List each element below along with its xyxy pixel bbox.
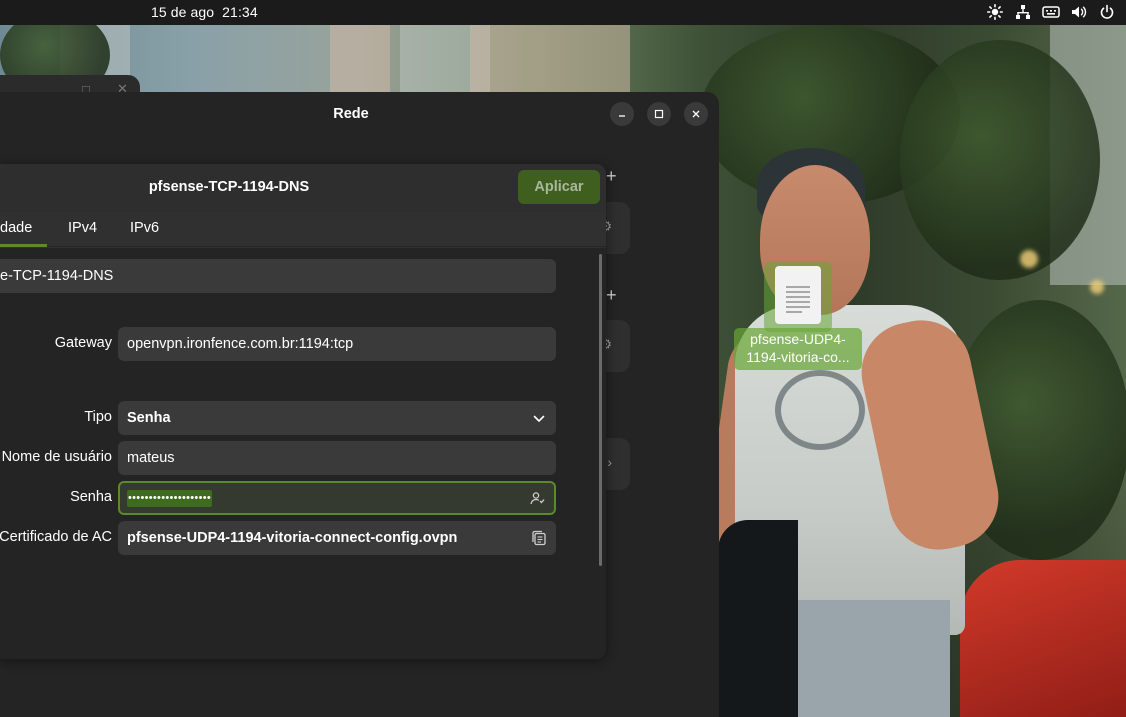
password-label: Senha xyxy=(70,489,112,505)
clock-date: 15 de ago xyxy=(151,4,215,20)
active-tab-indicator xyxy=(0,244,47,247)
window-titlebar[interactable]: Rede xyxy=(0,92,719,136)
desktop-file-label: pfsense-UDP4-1194-vitoria-co... xyxy=(746,331,850,365)
tab-bar: dade IPv4 IPv6 xyxy=(0,212,606,247)
ca-cert-chooser[interactable]: pfsense-UDP4-1194-vitoria-connect-config… xyxy=(118,521,556,555)
scrollbar[interactable] xyxy=(599,254,602,566)
power-icon[interactable] xyxy=(1097,2,1116,21)
keyboard-icon[interactable] xyxy=(1041,2,1060,21)
password-field[interactable]: •••••••••••••••••••• xyxy=(118,481,556,515)
document-icon xyxy=(775,266,821,324)
gateway-value: openvpn.ironfence.com.br:1194:tcp xyxy=(127,336,354,352)
chevron-right-icon: › xyxy=(607,454,612,470)
dialog-header: pfsense-TCP-1194-DNS Aplicar xyxy=(0,164,606,212)
tab-ipv4[interactable]: IPv4 xyxy=(68,220,97,236)
file-chooser-icon[interactable] xyxy=(531,530,547,546)
maximize-icon xyxy=(654,109,664,119)
system-tray[interactable] xyxy=(985,2,1116,21)
gateway-field[interactable]: openvpn.ironfence.com.br:1194:tcp xyxy=(118,327,556,361)
add-vpn-icon[interactable]: + xyxy=(606,285,617,306)
close-icon xyxy=(692,110,700,118)
type-dropdown[interactable]: Senha xyxy=(118,401,556,435)
network-icon[interactable] xyxy=(1013,2,1032,21)
username-label: Nome de usuário xyxy=(1,449,112,465)
vpn-edit-dialog: pfsense-TCP-1194-DNS Aplicar dade IPv4 I… xyxy=(0,164,606,659)
dialog-title: pfsense-TCP-1194-DNS xyxy=(148,179,310,195)
chevron-down-icon xyxy=(531,411,547,427)
apply-button[interactable]: Aplicar xyxy=(518,170,600,204)
username-value: mateus xyxy=(127,450,175,466)
tab-ipv6[interactable]: IPv6 xyxy=(130,220,159,236)
minimize-icon xyxy=(619,115,625,117)
tab-identity[interactable]: dade xyxy=(0,220,32,236)
ca-cert-label: Certificado de AC xyxy=(0,529,112,545)
name-field[interactable]: e-TCP-1194-DNS xyxy=(0,259,556,293)
top-bar: 15 de ago 21:34 xyxy=(0,0,1126,25)
username-field[interactable]: mateus xyxy=(118,441,556,475)
ca-cert-value: pfsense-UDP4-1194-vitoria-connect-config… xyxy=(127,530,458,546)
password-options-icon[interactable] xyxy=(529,490,545,506)
clock[interactable]: 15 de ago 21:34 xyxy=(151,4,258,20)
dialog-body: e-TCP-1194-DNS Gateway openvpn.ironfence… xyxy=(0,248,606,659)
name-value: e-TCP-1194-DNS xyxy=(0,268,114,284)
volume-icon[interactable] xyxy=(1069,2,1088,21)
window-title: Rede xyxy=(333,106,369,122)
maximize-button[interactable] xyxy=(647,102,671,126)
type-label: Tipo xyxy=(84,409,112,425)
type-value: Senha xyxy=(127,410,171,426)
password-value: •••••••••••••••••••• xyxy=(127,489,213,507)
gateway-label: Gateway xyxy=(54,335,112,351)
brightness-icon[interactable] xyxy=(985,2,1004,21)
close-button[interactable] xyxy=(684,102,708,126)
add-connection-icon[interactable]: + xyxy=(606,166,617,187)
desktop-file-ovpn[interactable]: pfsense-UDP4-1194-vitoria-co... xyxy=(734,262,862,370)
clock-time: 21:34 xyxy=(222,4,258,20)
minimize-button[interactable] xyxy=(610,102,634,126)
